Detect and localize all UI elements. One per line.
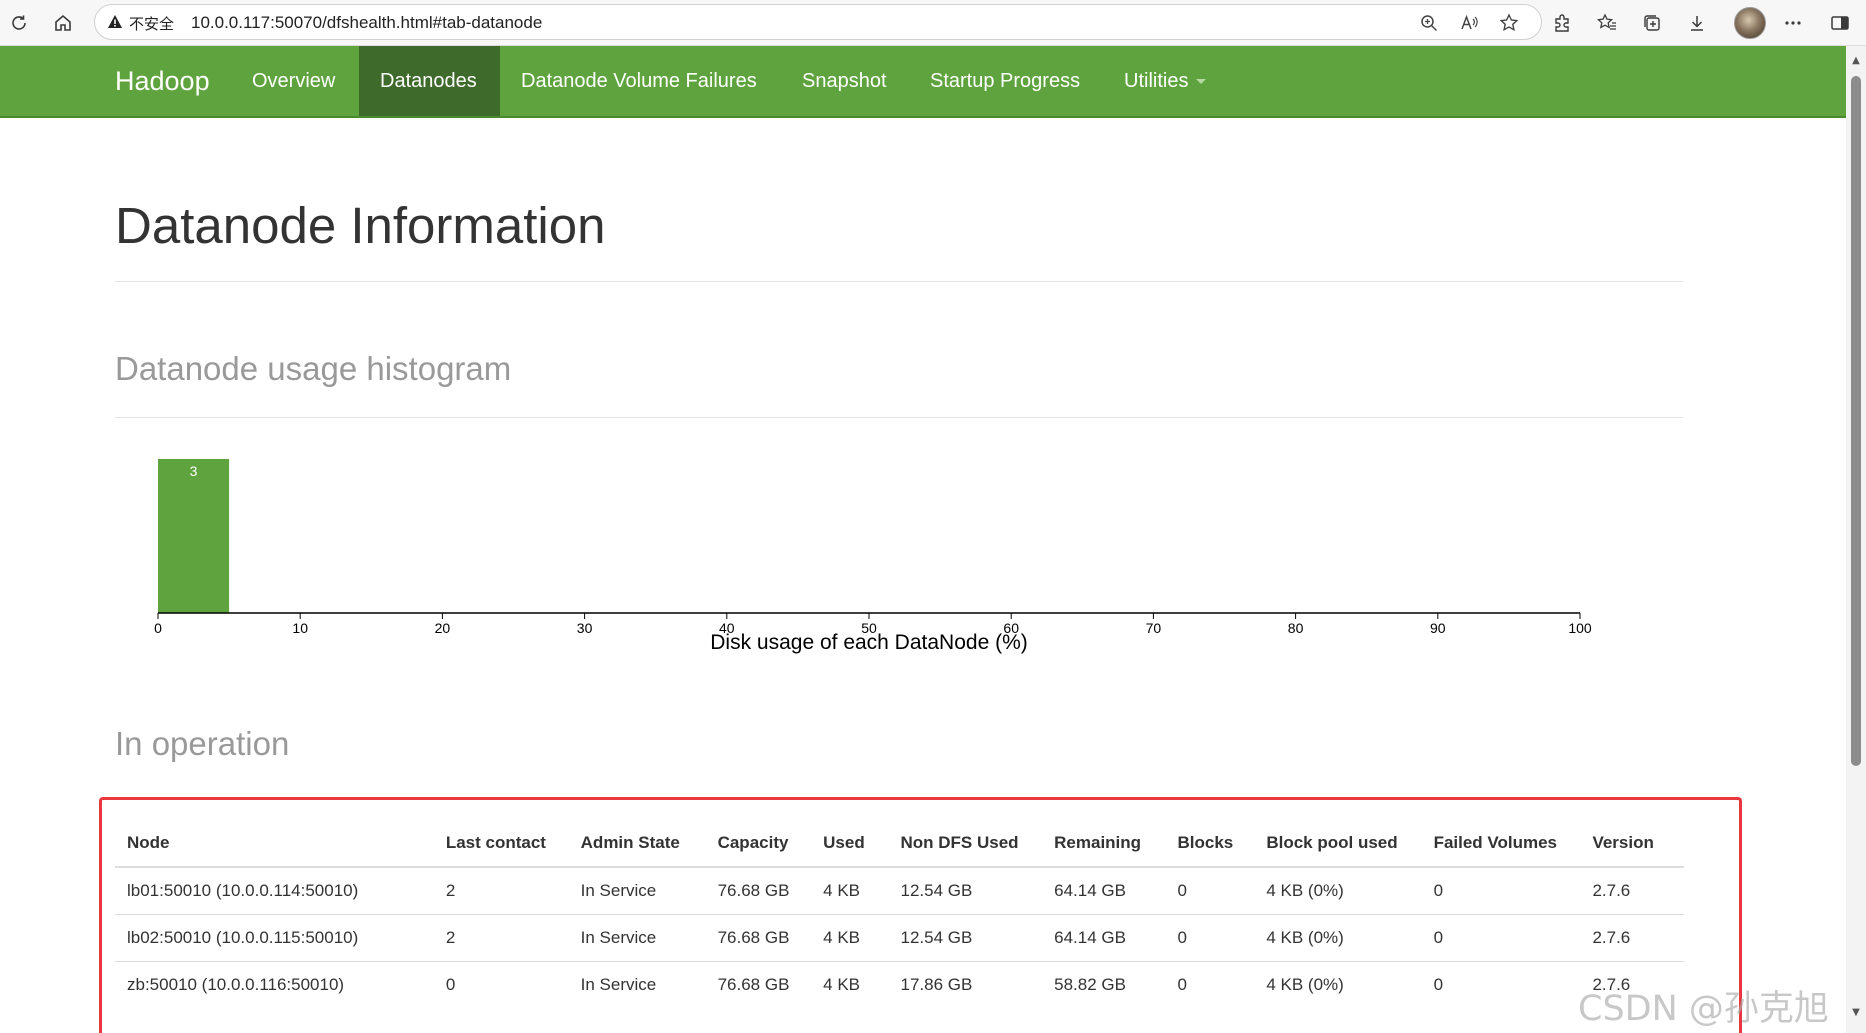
col-admin-state-header[interactable]: Admin State — [568, 820, 706, 868]
col-used-cell: 4 KB — [811, 914, 889, 962]
col-remaining-cell: 58.82 GB — [1054, 975, 1126, 994]
col-non-dfs-used-cell: 12.54 GB — [888, 914, 1043, 962]
col-blocks-cell: 0 — [1177, 975, 1187, 994]
col-remaining-cell: 64.14 GB — [1042, 914, 1166, 962]
col-node-header[interactable]: Node — [115, 820, 434, 868]
hadoop-navbar: Hadoop Overview Datanodes Datanode Volum… — [0, 46, 1846, 118]
col-capacity-cell: 76.68 GB — [717, 975, 790, 994]
x-tick-label: 0 — [154, 620, 162, 636]
col-remaining-cell: 64.14 GB — [1042, 867, 1166, 915]
col-admin-state-cell: In Service — [568, 867, 706, 915]
nav-utilities[interactable]: Utilities — [1103, 46, 1227, 116]
address-bar[interactable]: 不安全 10.0.0.117:50070/dfshealth.html#tab-… — [94, 4, 1542, 40]
scroll-up-arrow-icon[interactable]: ▲ — [1849, 54, 1863, 68]
brand-logo[interactable]: Hadoop — [115, 66, 210, 97]
col-capacity-cell: 76.68 GB — [705, 867, 812, 915]
histogram-bar — [158, 459, 230, 613]
nav-utilities-label: Utilities — [1124, 70, 1189, 92]
col-last-contact-cell: 0 — [445, 975, 456, 994]
histogram-bar-label: 3 — [190, 463, 198, 479]
favorite-star-icon[interactable] — [1497, 11, 1521, 35]
profile-avatar[interactable] — [1734, 7, 1766, 39]
x-tick-label: 80 — [1288, 620, 1304, 636]
col-version-header[interactable]: Version — [1580, 820, 1684, 868]
favorites-icon[interactable] — [1594, 10, 1620, 36]
col-blocks-cell: 0 — [1165, 914, 1255, 962]
col-non-dfs-used-cell: 17.86 GB — [900, 975, 973, 994]
chevron-down-icon — [1196, 79, 1207, 85]
url-text[interactable]: 10.0.0.117:50070/dfshealth.html#tab-data… — [191, 13, 542, 33]
col-failed-volumes-cell: 0 — [1421, 867, 1581, 915]
table-row: lb01:50010 (10.0.0.114:50010) 2 In Service… — [115, 867, 1684, 915]
table-row: zb:50010 (10.0.0.116:50010) 0 In Service 76… — [115, 962, 1684, 1009]
x-tick-label: 20 — [435, 620, 451, 636]
nav-datanodes[interactable]: Datanodes — [359, 46, 500, 116]
col-last-contact-cell: 2 — [433, 914, 569, 962]
page-title: Datanode Information — [115, 197, 606, 254]
col-node-cell: zb:50010 (10.0.0.116:50010) — [127, 975, 345, 994]
nav-snapshot[interactable]: Snapshot — [781, 46, 908, 116]
x-tick-label: 90 — [1430, 620, 1446, 636]
sidebar-toggle-icon[interactable] — [1827, 10, 1853, 36]
col-non-dfs-used-cell: 12.54 GB — [888, 867, 1043, 915]
usage-histogram-chart: 3 0 10 20 30 40 50 60 70 80 90 100 Disk usage of e… — [154, 459, 1592, 654]
col-blocks-cell: 0 — [1165, 867, 1255, 915]
nav-datanode-volume-failures[interactable]: Datanode Volume Failures — [500, 46, 778, 116]
collections-icon[interactable] — [1639, 10, 1665, 36]
col-failed-volumes-cell: 0 — [1421, 914, 1581, 962]
nav-overview[interactable]: Overview — [231, 46, 356, 116]
col-block-pool-used-cell: 4 KB (0%) — [1266, 975, 1344, 994]
x-tick-label: 10 — [292, 620, 308, 636]
more-options-icon[interactable] — [1780, 10, 1806, 36]
col-last-contact-header[interactable]: Last contact — [433, 820, 569, 868]
refresh-icon[interactable] — [6, 10, 32, 36]
nav-startup-progress[interactable]: Startup Progress — [909, 46, 1101, 116]
extensions-icon[interactable] — [1549, 10, 1575, 36]
col-used-cell: 4 KB — [823, 975, 860, 994]
datanode-table: Node Last contact Admin State Capacity Used N… — [115, 820, 1684, 1008]
col-capacity-header[interactable]: Capacity — [705, 820, 812, 868]
col-admin-state-cell: In Service — [568, 914, 706, 962]
scroll-down-arrow-icon[interactable]: ▼ — [1849, 1006, 1863, 1020]
warning-icon[interactable] — [105, 12, 125, 32]
x-tick-label: 100 — [1568, 620, 1592, 636]
divider — [115, 417, 1683, 418]
download-icon[interactable] — [1684, 10, 1710, 36]
in-operation-heading: In operation — [115, 725, 290, 762]
col-node-cell: lb02:50010 (10.0.0.115:50010) — [115, 914, 434, 962]
scrollbar-thumb[interactable] — [1851, 76, 1861, 766]
col-blocks-header[interactable]: Blocks — [1165, 820, 1255, 868]
home-icon[interactable] — [50, 10, 76, 36]
zoom-icon[interactable] — [1417, 11, 1441, 35]
col-block-pool-used-cell: 4 KB (0%) — [1254, 914, 1422, 962]
col-used-header[interactable]: Used — [811, 820, 889, 868]
divider — [115, 281, 1683, 282]
col-remaining-header[interactable]: Remaining — [1042, 820, 1166, 868]
histogram-heading: Datanode usage histogram — [115, 350, 512, 387]
col-admin-state-cell: In Service — [580, 975, 657, 994]
read-aloud-icon[interactable] — [1457, 11, 1481, 35]
col-non-dfs-used-header[interactable]: Non DFS Used — [888, 820, 1043, 868]
x-tick-label: 30 — [577, 620, 593, 636]
col-block-pool-used-cell: 4 KB (0%) — [1254, 867, 1422, 915]
col-last-contact-cell: 2 — [433, 867, 569, 915]
col-failed-volumes-cell: 0 — [1433, 975, 1444, 994]
col-used-cell: 4 KB — [811, 867, 889, 915]
col-version-cell: 2.7.6 — [1580, 867, 1684, 915]
x-tick-label: 70 — [1146, 620, 1162, 636]
col-capacity-cell: 76.68 GB — [705, 914, 812, 962]
table-row: lb02:50010 (10.0.0.115:50010) 2 In Service… — [115, 914, 1684, 962]
browser-toolbar: 不安全 10.0.0.117:50070/dfshealth.html#tab-… — [0, 0, 1866, 46]
col-version-cell: 2.7.6 — [1580, 914, 1684, 962]
table-header-row: Node Last contact Admin State Capacity Used N… — [115, 820, 1684, 868]
col-block-pool-used-header[interactable]: Block pool used — [1254, 820, 1422, 868]
watermark-text: CSDN @孙克旭 — [1578, 989, 1829, 1029]
x-axis-label: Disk usage of each DataNode (%) — [710, 631, 1028, 654]
col-failed-volumes-header[interactable]: Failed Volumes — [1421, 820, 1581, 868]
security-label[interactable]: 不安全 — [129, 13, 174, 34]
col-node-cell: lb01:50010 (10.0.0.114:50010) — [115, 867, 434, 915]
